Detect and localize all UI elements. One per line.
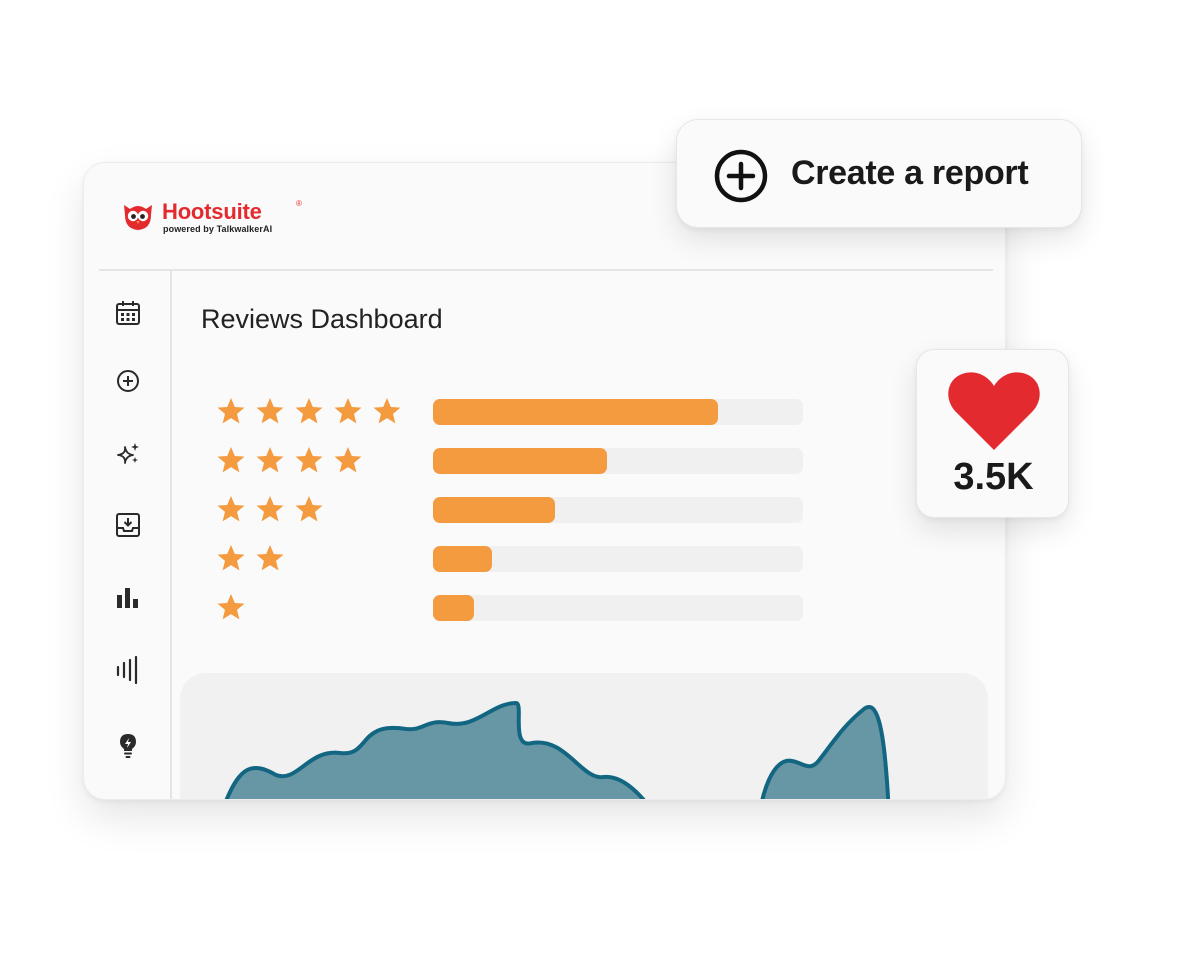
sidebar-item-insights[interactable]	[110, 727, 146, 763]
rating-bar-fill	[433, 595, 474, 621]
star-group	[216, 396, 411, 426]
star-icon	[256, 447, 284, 473]
star-icon	[295, 447, 323, 473]
create-report-label: Create a report	[791, 154, 1029, 192]
star-icon	[295, 496, 323, 522]
waveform-icon	[116, 656, 138, 684]
area-series-2	[760, 705, 891, 799]
owl-logo-icon	[124, 205, 152, 230]
rating-bar-track	[433, 448, 803, 474]
star-group	[216, 445, 372, 475]
rating-row-3-stars	[216, 494, 816, 524]
rating-bar-fill	[433, 497, 556, 523]
star-icon	[217, 398, 245, 424]
rating-row-4-stars	[216, 445, 816, 475]
plus-circle-icon	[714, 149, 768, 203]
calendar-icon	[116, 301, 140, 325]
rating-bar-track	[433, 497, 803, 523]
likes-count: 3.5K	[953, 456, 1034, 498]
star-icon	[217, 447, 245, 473]
stage: Hootsuite ® powered by TalkwalkerAI Revi…	[0, 0, 1200, 977]
rating-row-2-stars	[216, 543, 816, 573]
sidebar-item-calendar[interactable]	[110, 295, 146, 331]
header-divider	[99, 269, 993, 271]
rating-bar-fill	[433, 546, 493, 572]
area-series-1	[224, 701, 646, 799]
lightbulb-icon	[120, 734, 136, 758]
star-icon	[217, 545, 245, 571]
page-title: Reviews Dashboard	[201, 304, 443, 334]
rating-bar-track	[433, 399, 803, 425]
rating-bar-track	[433, 546, 803, 572]
sidebar-item-ai[interactable]	[110, 436, 146, 472]
trend-chart-panel	[180, 673, 988, 799]
star-icon	[334, 398, 362, 424]
sparkles-icon	[117, 443, 139, 464]
app-window: Hootsuite ® powered by TalkwalkerAI Revi…	[83, 162, 1006, 800]
sidebar-item-create[interactable]	[110, 363, 146, 399]
star-icon	[217, 594, 245, 620]
sidebar-item-analytics[interactable]	[110, 579, 146, 615]
inbox-download-icon	[116, 513, 140, 537]
rating-row-1-stars	[216, 592, 816, 622]
bar-chart-icon	[117, 588, 138, 608]
create-report-button[interactable]: Create a report	[676, 119, 1082, 228]
star-group	[216, 543, 294, 573]
star-icon	[217, 496, 245, 522]
sidebar-divider	[170, 271, 172, 799]
sidebar-item-listening[interactable]	[110, 652, 146, 688]
brand-name: Hootsuite	[162, 199, 262, 224]
area-chart	[224, 701, 891, 799]
rating-bar-fill	[433, 448, 607, 474]
rating-bar-track	[433, 595, 803, 621]
rating-row-5-stars	[216, 396, 816, 426]
star-icon	[256, 398, 284, 424]
star-icon	[256, 545, 284, 571]
sidebar-item-inbox[interactable]	[110, 507, 146, 543]
brand-tagline: powered by TalkwalkerAI	[163, 224, 273, 234]
heart-icon	[948, 372, 1040, 450]
star-icon	[295, 398, 323, 424]
star-group	[216, 494, 333, 524]
hootsuite-logo[interactable]: Hootsuite ® powered by TalkwalkerAI	[120, 197, 320, 237]
plus-circle-icon	[117, 370, 139, 392]
star-icon	[373, 398, 401, 424]
star-icon	[256, 496, 284, 522]
rating-bar-fill	[433, 399, 718, 425]
star-icon	[334, 447, 362, 473]
registered-mark: ®	[296, 199, 302, 208]
star-group	[216, 592, 255, 622]
likes-card: 3.5K	[916, 349, 1069, 518]
